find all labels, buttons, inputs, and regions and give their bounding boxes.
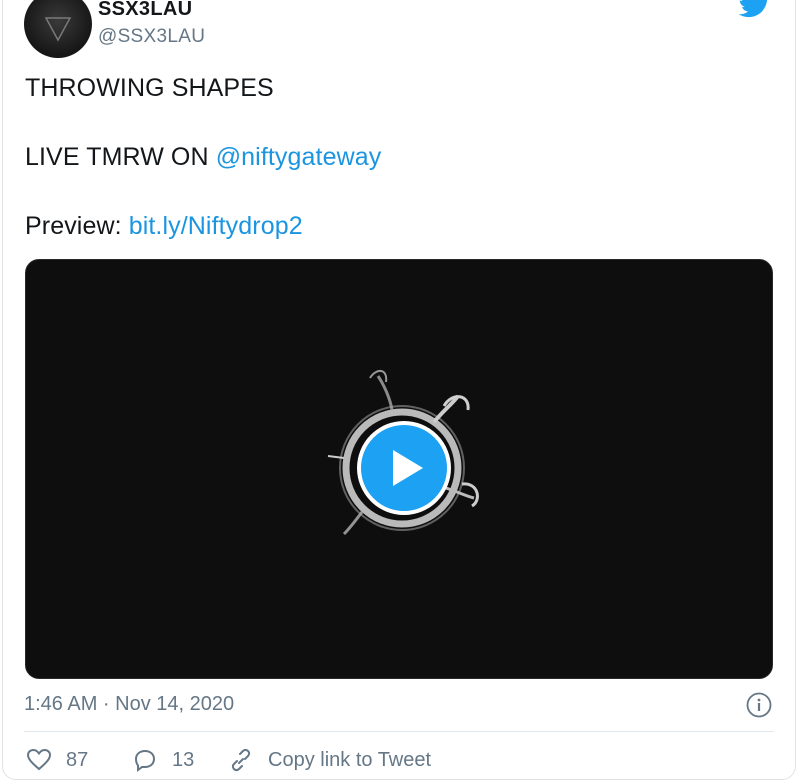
tweet-line-2: LIVE TMRW ON @niftygateway <box>25 143 381 172</box>
display-name[interactable]: SSX3LAU <box>98 0 192 21</box>
preview-link[interactable]: bit.ly/Niftydrop2 <box>129 212 303 240</box>
heart-icon <box>26 748 52 771</box>
tweet-line-1: THROWING SHAPES <box>25 74 274 102</box>
tweet-line-2-text: LIVE TMRW ON <box>25 143 216 171</box>
link-icon <box>231 748 251 772</box>
reply-button[interactable]: 13 <box>132 748 194 772</box>
play-button[interactable] <box>357 421 451 515</box>
tweet-line-3: Preview: bit.ly/Niftydrop2 <box>25 212 303 241</box>
reply-count: 13 <box>172 748 195 771</box>
twitter-bird-icon[interactable] <box>738 0 772 20</box>
copy-link-button[interactable]: Copy link to Tweet <box>228 748 431 772</box>
tweet-timestamp[interactable]: 1:46 AM · Nov 14, 2020 <box>24 693 234 716</box>
tweet-line-3-text: Preview: <box>25 212 129 240</box>
video-player[interactable] <box>25 259 773 679</box>
copy-link-label: Copy link to Tweet <box>268 748 432 771</box>
divider <box>24 731 774 732</box>
reply-icon <box>134 749 156 772</box>
info-icon[interactable] <box>746 692 772 718</box>
like-button[interactable]: 87 <box>26 748 88 772</box>
like-count: 87 <box>66 748 89 771</box>
mention-link[interactable]: @niftygateway <box>216 143 382 171</box>
play-icon <box>393 450 423 486</box>
user-handle[interactable]: @SSX3LAU <box>98 26 205 48</box>
